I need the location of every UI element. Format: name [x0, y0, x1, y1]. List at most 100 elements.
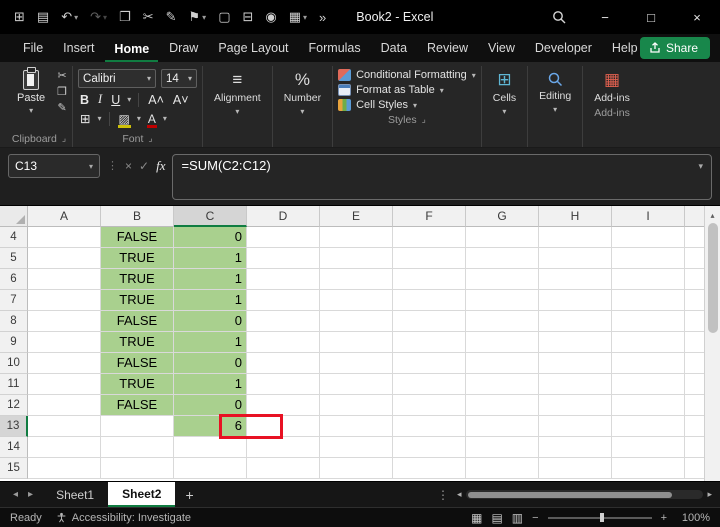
- row-header-5[interactable]: 5: [0, 248, 28, 269]
- cell-E13[interactable]: [320, 416, 393, 437]
- qat-cut-button[interactable]: ✂: [139, 7, 158, 27]
- cell-I5[interactable]: [612, 248, 685, 269]
- qat-app-menu-button[interactable]: ⊞: [10, 7, 29, 27]
- menu-tab-formulas[interactable]: Formulas: [300, 35, 370, 62]
- cell-C15[interactable]: [174, 458, 247, 479]
- dialog-launcher-icon[interactable]: ⌟: [422, 114, 426, 125]
- bold-button[interactable]: B: [78, 93, 91, 107]
- cell-A9[interactable]: [28, 332, 101, 353]
- row-header-15[interactable]: 15: [0, 458, 28, 479]
- cell-G14[interactable]: [466, 437, 539, 458]
- chevron-down-icon[interactable]: ▾: [103, 13, 107, 22]
- cell-G7[interactable]: [466, 290, 539, 311]
- cell-H7[interactable]: [539, 290, 612, 311]
- cell-I4[interactable]: [612, 227, 685, 248]
- cell-H11[interactable]: [539, 374, 612, 395]
- cells-button[interactable]: ⊞ Cells ▾: [487, 66, 522, 117]
- chevron-down-icon[interactable]: ▾: [98, 114, 102, 123]
- menu-tab-view[interactable]: View: [479, 35, 524, 62]
- confirm-entry-icon[interactable]: ✓: [139, 154, 149, 173]
- menu-tab-data[interactable]: Data: [372, 35, 416, 62]
- cell-G15[interactable]: [466, 458, 539, 479]
- cell-G4[interactable]: [466, 227, 539, 248]
- number-button[interactable]: % Number ▾: [278, 66, 327, 117]
- format-as-table-button[interactable]: Format as Table ▾: [338, 84, 476, 96]
- cell-F13[interactable]: [393, 416, 466, 437]
- scroll-up-icon[interactable]: ▴: [710, 206, 714, 223]
- vertical-scrollbar[interactable]: ▴: [704, 206, 720, 481]
- cell-G5[interactable]: [466, 248, 539, 269]
- cell-D10[interactable]: [247, 353, 320, 374]
- italic-button[interactable]: I: [96, 92, 104, 107]
- qat-insert-table-button[interactable]: ▦ ▾: [285, 7, 311, 27]
- zoom-level[interactable]: 100%: [676, 512, 710, 524]
- cell-F9[interactable]: [393, 332, 466, 353]
- cell-I13[interactable]: [612, 416, 685, 437]
- qat-format-painter-button[interactable]: ✎: [162, 7, 181, 27]
- qat-document-button[interactable]: ▢: [214, 7, 234, 27]
- cell-C12[interactable]: 0: [174, 395, 247, 416]
- cell-G10[interactable]: [466, 353, 539, 374]
- cell-D11[interactable]: [247, 374, 320, 395]
- cell-G6[interactable]: [466, 269, 539, 290]
- cell-E7[interactable]: [320, 290, 393, 311]
- chevron-down-icon[interactable]: ▾: [137, 114, 141, 123]
- cell-F15[interactable]: [393, 458, 466, 479]
- chevron-down-icon[interactable]: ▾: [89, 162, 93, 171]
- cell-I14[interactable]: [612, 437, 685, 458]
- cell-B8[interactable]: FALSE: [101, 311, 174, 332]
- cell-styles-button[interactable]: Cell Styles ▾: [338, 99, 476, 111]
- cell-A11[interactable]: [28, 374, 101, 395]
- cell-A12[interactable]: [28, 395, 101, 416]
- cell-A10[interactable]: [28, 353, 101, 374]
- sheet-nav-left-icon[interactable]: ◂: [8, 489, 23, 500]
- select-all-corner[interactable]: [0, 206, 28, 227]
- horizontal-scrollbar[interactable]: ◂ ▸: [457, 489, 712, 500]
- column-header-C[interactable]: C: [174, 206, 247, 227]
- row-header-14[interactable]: 14: [0, 437, 28, 458]
- cell-H8[interactable]: [539, 311, 612, 332]
- cell-E9[interactable]: [320, 332, 393, 353]
- zoom-in-button[interactable]: +: [661, 512, 667, 524]
- cell-I8[interactable]: [612, 311, 685, 332]
- cell-B6[interactable]: TRUE: [101, 269, 174, 290]
- cell-D13[interactable]: [247, 416, 320, 437]
- add-sheet-button[interactable]: +: [175, 487, 203, 503]
- page-break-view-icon[interactable]: ▥: [512, 511, 523, 525]
- editing-button[interactable]: Editing ▾: [533, 66, 577, 114]
- cell-A5[interactable]: [28, 248, 101, 269]
- column-header-G[interactable]: G: [466, 206, 539, 227]
- cell-C6[interactable]: 1: [174, 269, 247, 290]
- conditional-formatting-button[interactable]: Conditional Formatting ▾: [338, 69, 476, 81]
- addins-button[interactable]: ▦ Add-ins: [588, 66, 636, 105]
- cell-F14[interactable]: [393, 437, 466, 458]
- cell-B11[interactable]: TRUE: [101, 374, 174, 395]
- cell-E11[interactable]: [320, 374, 393, 395]
- cell-C5[interactable]: 1: [174, 248, 247, 269]
- active-cell-C13[interactable]: 6: [174, 416, 247, 437]
- cell-A13[interactable]: [28, 416, 101, 437]
- sheet-options-icon[interactable]: ⋮: [429, 488, 457, 502]
- underline-button[interactable]: U: [109, 93, 122, 107]
- cell-C9[interactable]: 1: [174, 332, 247, 353]
- cell-I9[interactable]: [612, 332, 685, 353]
- column-header-H[interactable]: H: [539, 206, 612, 227]
- cell-E8[interactable]: [320, 311, 393, 332]
- cell-F7[interactable]: [393, 290, 466, 311]
- menu-tab-page-layout[interactable]: Page Layout: [209, 35, 297, 62]
- normal-view-icon[interactable]: ▦: [471, 511, 482, 525]
- cell-H15[interactable]: [539, 458, 612, 479]
- cell-B9[interactable]: TRUE: [101, 332, 174, 353]
- cell-H9[interactable]: [539, 332, 612, 353]
- cell-I10[interactable]: [612, 353, 685, 374]
- cancel-entry-icon[interactable]: ×: [125, 154, 132, 173]
- row-header-4[interactable]: 4: [0, 227, 28, 248]
- qat-flag-button[interactable]: ⚑ ▾: [185, 7, 211, 27]
- cell-C11[interactable]: 1: [174, 374, 247, 395]
- page-layout-view-icon[interactable]: ▤: [491, 511, 502, 525]
- insert-function-icon[interactable]: fx: [156, 154, 165, 174]
- fill-color-button[interactable]: ▨: [117, 112, 132, 128]
- cell-B5[interactable]: TRUE: [101, 248, 174, 269]
- format-painter-button[interactable]: ✎: [57, 102, 67, 115]
- menu-tab-developer[interactable]: Developer: [526, 35, 601, 62]
